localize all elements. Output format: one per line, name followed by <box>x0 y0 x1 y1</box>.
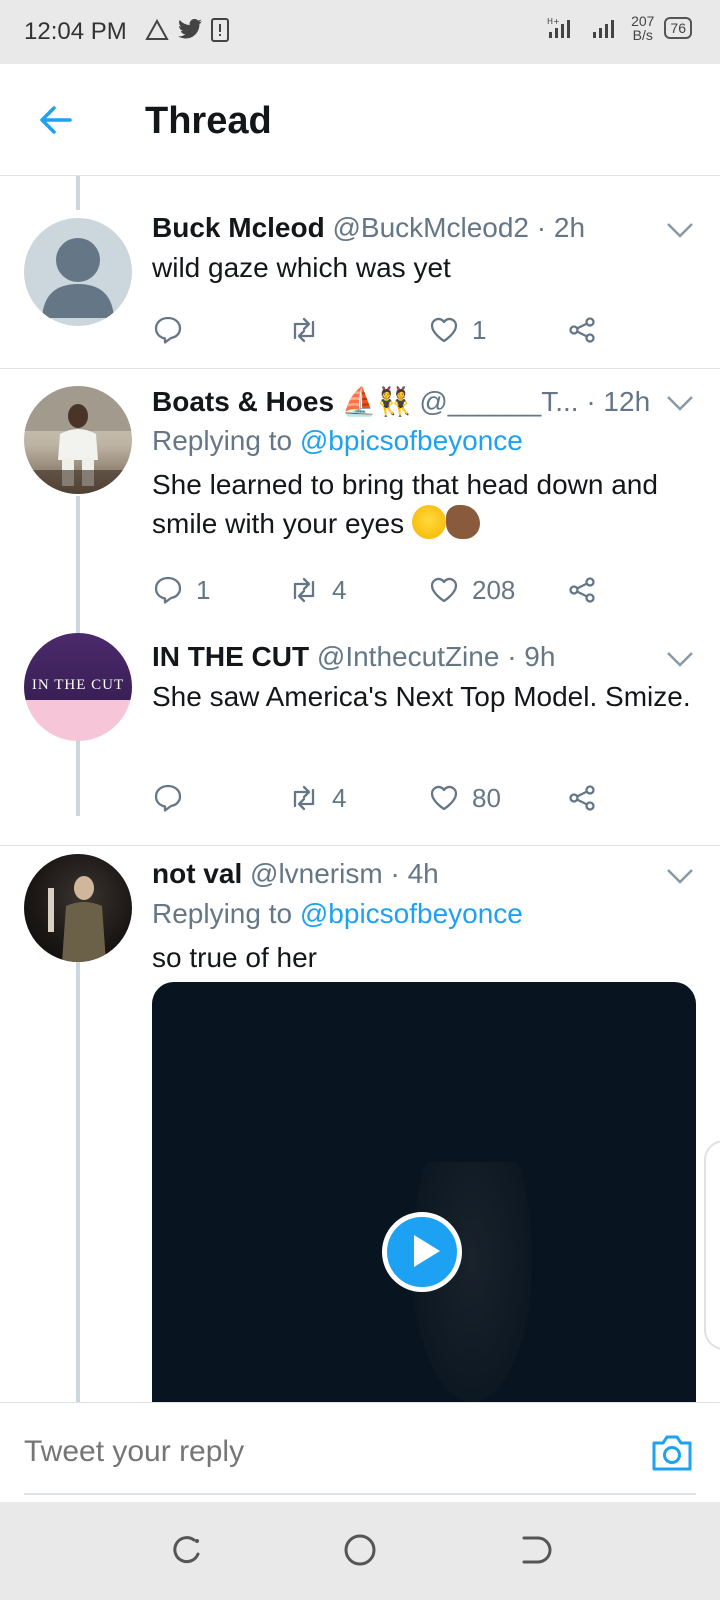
tweet[interactable]: Boats & Hoes ⛵👯 @______T... · 12h Replyi… <box>0 369 720 629</box>
svg-text:H+: H+ <box>547 17 560 26</box>
reply-underline <box>24 1493 696 1495</box>
warning-icon <box>145 19 169 40</box>
tweet[interactable]: IN THE CUT IN THE CUT @InthecutZine · 9h… <box>0 629 720 829</box>
tweet-time: · 4h <box>390 858 439 889</box>
tweet-actions: 1 <box>152 310 612 350</box>
tweet-actions: 4 80 <box>152 778 612 818</box>
tweet-time: · 12h <box>586 386 651 417</box>
user-name[interactable]: not val <box>152 858 242 889</box>
heart-icon <box>430 317 458 343</box>
avatar[interactable] <box>24 386 132 494</box>
tweet-text: She learned to bring that head down and … <box>152 469 658 539</box>
thread-feed[interactable]: Buck Mcleod @BuckMcleod2 · 2h wild gaze … <box>0 176 720 1402</box>
header: Thread <box>0 64 720 176</box>
tweet-time: · 2h <box>536 212 586 243</box>
user-handle: @______T... <box>419 386 579 417</box>
user-photo <box>24 386 132 494</box>
heart-icon <box>430 785 458 811</box>
reply-bar <box>0 1402 720 1502</box>
reply-button[interactable] <box>152 310 196 350</box>
navigation-bar <box>0 1502 720 1600</box>
play-button[interactable] <box>382 1212 462 1292</box>
chevron-down-icon[interactable] <box>666 866 694 886</box>
edge-panel-handle[interactable] <box>704 1140 720 1350</box>
tweet[interactable]: Buck Mcleod @BuckMcleod2 · 2h wild gaze … <box>0 176 720 368</box>
retweet-button[interactable]: 4 <box>288 778 346 818</box>
tweet-text: She saw America's Next Top Model. Smize. <box>152 681 691 712</box>
like-button[interactable]: 208 <box>428 570 515 610</box>
tweet-text: wild gaze which was yet <box>152 252 451 283</box>
share-button[interactable] <box>566 570 598 610</box>
heart-icon <box>430 577 458 603</box>
share-button[interactable] <box>566 310 598 350</box>
like-button[interactable]: 80 <box>428 778 501 818</box>
avatar[interactable] <box>24 854 132 962</box>
reply-button[interactable]: 1 <box>152 570 210 610</box>
share-icon <box>569 317 595 343</box>
user-photo <box>48 876 106 962</box>
avatar-text: IN THE CUT <box>31 677 125 693</box>
reply-icon <box>154 784 182 812</box>
user-name[interactable]: Boats & Hoes <box>152 386 334 417</box>
user-name[interactable]: Buck Mcleod <box>152 212 325 243</box>
network-speed: 207 B/s <box>631 13 655 43</box>
share-icon <box>569 577 595 603</box>
avatar[interactable] <box>24 218 132 326</box>
reply-icon <box>154 316 182 344</box>
sim-alert-icon <box>211 18 229 42</box>
replying-to: Replying to @bpicsofbeyonce <box>152 425 523 456</box>
default-avatar-icon <box>42 238 114 318</box>
chevron-down-icon[interactable] <box>666 649 694 669</box>
battery-indicator: 76 <box>664 17 692 39</box>
tweet[interactable]: not val @lvnerism · 4h Replying to @bpic… <box>0 846 720 1402</box>
twitter-icon <box>178 19 202 39</box>
retweet-icon <box>293 317 315 343</box>
user-handle: @BuckMcleod2 <box>332 212 529 243</box>
reply-button[interactable] <box>152 778 196 818</box>
like-button[interactable]: 1 <box>428 310 486 350</box>
chevron-down-icon[interactable] <box>666 220 694 240</box>
retweet-icon <box>293 577 315 603</box>
share-icon <box>569 785 595 811</box>
chevron-down-icon[interactable] <box>666 393 694 413</box>
status-time: 12:04 PM <box>24 18 127 45</box>
replying-to: Replying to @bpicsofbeyonce <box>152 898 523 929</box>
user-handle: @lvnerism <box>250 858 383 889</box>
retweet-icon <box>293 785 315 811</box>
back-icon[interactable] <box>512 1528 556 1572</box>
user-name[interactable]: IN THE CUT <box>152 641 309 672</box>
user-handle: @InthecutZine <box>316 641 500 672</box>
back-arrow-icon[interactable] <box>36 100 76 140</box>
replying-handle-link[interactable]: @bpicsofbeyonce <box>300 898 523 929</box>
page-title: Thread <box>145 100 272 142</box>
video-media[interactable] <box>152 982 696 1402</box>
tweet-time: · 9h <box>507 641 556 672</box>
tweet-text: so true of her <box>152 942 317 973</box>
tweet-actions: 1 4 208 <box>152 570 612 610</box>
retweet-button[interactable] <box>288 310 332 350</box>
signal-icon-2 <box>593 20 615 38</box>
home-icon[interactable] <box>338 1528 382 1572</box>
camera-icon[interactable] <box>650 1433 694 1473</box>
replying-handle-link[interactable]: @bpicsofbeyonce <box>300 425 523 456</box>
call-me-hand-emoji <box>445 505 480 539</box>
signal-icon: H+ <box>547 17 571 38</box>
status-bar: 12:04 PM H+ 207 B/s 76 <box>0 0 720 64</box>
avatar[interactable]: IN THE CUT <box>24 633 132 741</box>
retweet-button[interactable]: 4 <box>288 570 346 610</box>
name-emoji: ⛵👯 <box>341 385 412 418</box>
winking-face-emoji <box>411 505 446 539</box>
share-button[interactable] <box>566 778 598 818</box>
recent-apps-icon[interactable] <box>164 1528 208 1572</box>
reply-icon <box>154 576 182 604</box>
reply-input[interactable] <box>24 1435 604 1469</box>
